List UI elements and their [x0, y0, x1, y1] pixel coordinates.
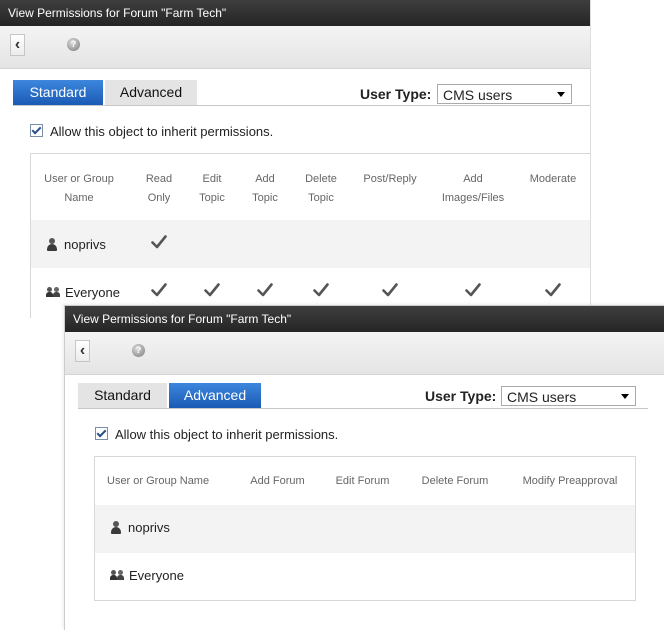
back-button[interactable]: ‹	[10, 34, 25, 56]
permissions-window-advanced: View Permissions for Forum "Farm Tech" ‹…	[64, 305, 664, 630]
checkmark-icon	[257, 283, 273, 297]
col-header-add-images-files: Add Images/Files	[441, 173, 505, 204]
user-type-value: CMS users	[507, 389, 577, 405]
checkmark-icon	[545, 283, 561, 297]
tab-advanced[interactable]: Advanced	[105, 80, 197, 105]
user-icon	[110, 521, 122, 534]
inherit-permissions[interactable]: Allow this object to inherit permissions…	[30, 124, 273, 139]
permissions-window-standard: View Permissions for Forum "Farm Tech" ‹…	[0, 0, 591, 318]
row-name: Everyone	[110, 566, 184, 586]
inherit-label: Allow this object to inherit permissions…	[50, 124, 274, 139]
row-name: noprivs	[46, 235, 106, 255]
col-header-edit-topic: Edit Topic	[199, 173, 225, 204]
checkmark-icon	[382, 283, 398, 297]
group-icon	[46, 286, 61, 298]
col-header-read-only: Read Only	[145, 173, 173, 204]
window-title: View Permissions for Forum "Farm Tech"	[65, 306, 664, 332]
user-type-value: CMS users	[443, 87, 513, 103]
checkmark-icon	[151, 283, 167, 297]
inherit-label: Allow this object to inherit permissions…	[115, 427, 339, 442]
inherit-permissions[interactable]: Allow this object to inherit permissions…	[95, 427, 338, 442]
user-type-label: User Type:	[425, 388, 497, 404]
chevron-down-icon	[557, 92, 565, 97]
col-header-delete-topic: Delete Topic	[305, 173, 337, 204]
back-button[interactable]: ‹	[75, 340, 90, 362]
help-icon[interactable]: ?	[132, 344, 145, 357]
group-icon	[110, 569, 125, 581]
tab-underline	[13, 105, 590, 106]
col-header-edit-forum: Edit Forum	[335, 475, 390, 487]
table-row: noprivs	[31, 220, 590, 268]
col-header-post-reply: Post/Reply	[363, 173, 417, 185]
col-header-delete-forum: Delete Forum	[421, 475, 489, 487]
row-name: Everyone	[46, 283, 120, 303]
tab-underline	[78, 408, 648, 409]
user-type-label: User Type:	[360, 86, 432, 102]
col-header-user-group: User or Group Name	[107, 475, 210, 487]
row-name: noprivs	[110, 518, 170, 538]
col-header-user-group: User or Group Name	[44, 173, 114, 204]
checkmark-icon	[204, 283, 220, 297]
inherit-checkbox[interactable]	[95, 427, 108, 440]
col-header-modify-preapproval: Modify Preapproval	[522, 475, 618, 487]
col-header-add-topic: Add Topic	[252, 173, 278, 204]
help-icon[interactable]: ?	[67, 38, 80, 51]
checkmark-icon	[151, 235, 167, 249]
table-row: Everyone	[95, 553, 635, 600]
back-arrow-icon: ‹	[14, 36, 21, 53]
checkmark-icon	[313, 283, 329, 297]
back-arrow-icon: ‹	[79, 342, 86, 359]
toolbar: ‹ ?	[65, 332, 664, 375]
table-row: noprivs	[95, 505, 635, 553]
tab-standard[interactable]: Standard	[78, 383, 167, 408]
permissions-table: User or Group Name Add Forum Edit Forum …	[94, 456, 636, 601]
toolbar: ‹ ?	[0, 26, 590, 69]
chevron-down-icon	[621, 394, 629, 399]
user-type-select[interactable]: CMS users	[437, 84, 572, 104]
tab-standard[interactable]: Standard	[13, 80, 103, 105]
permissions-table: User or Group Name Read Only Edit Topic Add…	[30, 153, 590, 318]
col-header-moderate: Moderate	[529, 173, 577, 185]
tab-advanced[interactable]: Advanced	[169, 383, 261, 408]
checkmark-icon	[465, 283, 481, 297]
inherit-checkbox[interactable]	[30, 124, 43, 137]
window-title: View Permissions for Forum "Farm Tech"	[0, 0, 590, 26]
user-type-select[interactable]: CMS users	[501, 386, 636, 406]
col-header-add-forum: Add Forum	[250, 475, 305, 487]
user-icon	[46, 238, 58, 251]
